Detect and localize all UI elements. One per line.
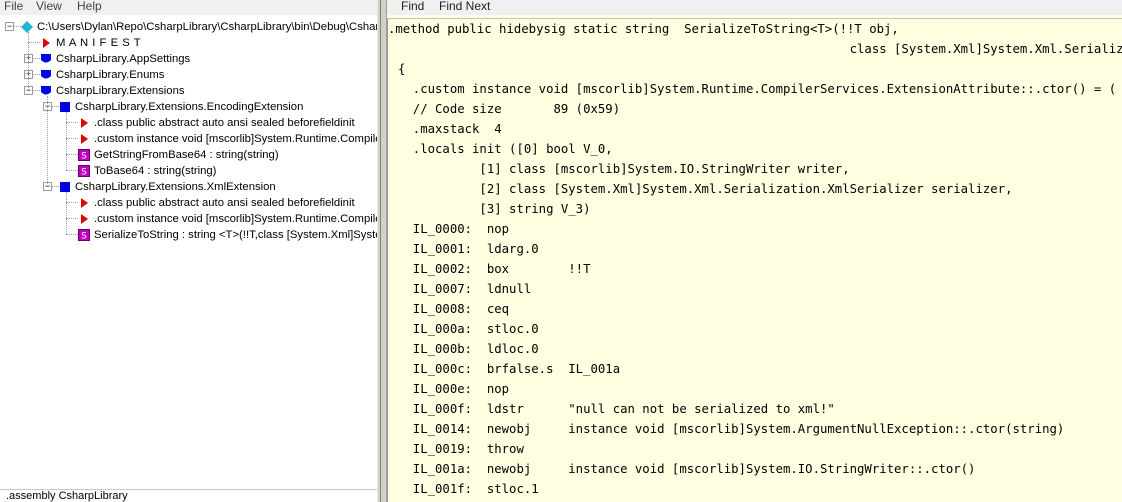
tree-node[interactable]: − C:\Users\Dylan\Repo\CsharpLibrary\Cshar… (0, 19, 377, 35)
tree-node-label: CsharpLibrary.Extensions.XmlExtension (75, 181, 276, 193)
il-code-line: IL_000e: nop (398, 382, 510, 396)
tree-node-label: GetStringFromBase64 : string(string) (94, 149, 279, 161)
namespace-shield-icon (40, 69, 52, 81)
tree-node[interactable]: − CsharpLibrary.Extensions.XmlExtension (0, 179, 377, 195)
tree-connector (66, 170, 78, 171)
namespace-shield-icon (40, 53, 52, 65)
menu-find-next[interactable]: Find Next (439, 0, 490, 13)
il-code-line: IL_0000: nop (398, 222, 510, 236)
red-triangle-icon (40, 37, 52, 49)
assembly-tree[interactable]: − C:\Users\Dylan\Repo\CsharpLibrary\Cshar… (0, 19, 377, 489)
tree-connector (28, 32, 29, 90)
il-code-line: IL_0014: newobj instance void [mscorlib]… (398, 422, 1065, 436)
tree-node[interactable]: − CsharpLibrary.Extensions (0, 83, 377, 99)
il-code-line: .method public hidebysig static string S… (388, 22, 899, 36)
tree-pane: File View Help − C:\Users\Dylan\Repo\Csha… (0, 0, 377, 502)
tree-connector (66, 202, 78, 203)
tree-node[interactable]: .custom instance void [mscorlib]System.R… (0, 131, 377, 147)
il-code-line: IL_0007: ldnull (398, 282, 532, 296)
il-code-line: IL_0002: box !!T (398, 262, 591, 276)
il-code-view[interactable]: .method public hidebysig static string S… (387, 18, 1122, 502)
il-code-line: [1] class [mscorlib]System.IO.StringWrit… (398, 162, 850, 176)
il-code-line: IL_001f: stloc.1 (398, 482, 539, 496)
tree-node-label: .custom instance void [mscorlib]System.R… (94, 213, 377, 225)
il-code-line: .locals init ([0] bool V_0, (398, 142, 613, 156)
assembly-diamond-icon (21, 21, 33, 33)
tree-node-label: .custom instance void [mscorlib]System.R… (94, 133, 377, 145)
tree-node-label: CsharpLibrary.Enums (56, 69, 165, 81)
il-code-line: IL_000a: stloc.0 (398, 322, 539, 336)
tree-node-label: CsharpLibrary.Extensions (56, 85, 185, 97)
il-code-line: // Code size 89 (0x59) (398, 102, 621, 116)
il-code-line: IL_000c: brfalse.s IL_001a (398, 362, 621, 376)
svg-text:S: S (81, 232, 87, 242)
collapse-toggle-icon[interactable]: − (5, 22, 14, 31)
il-code-line: IL_000f: ldstr "null can not be serializ… (398, 402, 835, 416)
menu-view[interactable]: View (36, 0, 62, 13)
tree-connector (66, 234, 78, 235)
tree-node-label: .class public abstract auto ansi sealed … (94, 197, 355, 209)
il-code-line: class [System.Xml]System.Xml.Serializati… (849, 42, 1122, 56)
tree-node[interactable]: M A N I F E S T (0, 35, 377, 51)
tree-connector (66, 122, 78, 123)
namespace-shield-icon (40, 85, 52, 97)
pane-splitter[interactable] (377, 0, 387, 502)
left-menubar: File View Help (0, 0, 377, 15)
menu-find[interactable]: Find (401, 0, 424, 13)
tree-node-label: .class public abstract auto ansi sealed … (94, 117, 355, 129)
svg-text:S: S (81, 152, 87, 162)
tree-node[interactable]: .class public abstract auto ansi sealed … (0, 115, 377, 131)
tree-node-label: C:\Users\Dylan\Repo\CsharpLibrary\Csharp… (37, 21, 377, 33)
tree-connector (28, 42, 40, 43)
red-triangle-icon (78, 133, 90, 145)
tree-node[interactable]: − CsharpLibrary.Extensions.EncodingExtens… (0, 99, 377, 115)
tree-node[interactable]: .custom instance void [mscorlib]System.R… (0, 211, 377, 227)
static-method-icon: S (78, 165, 90, 178)
il-code-line: .custom instance void [mscorlib]System.R… (412, 82, 1117, 96)
tree-connector (47, 96, 48, 186)
menu-file[interactable]: File (4, 0, 23, 13)
il-code-line: { (398, 62, 406, 76)
il-code-line: IL_0019: throw (398, 442, 524, 456)
tree-node-label: CsharpLibrary.AppSettings (56, 53, 191, 65)
tree-node[interactable]: S GetStringFromBase64 : string(string) (0, 147, 377, 163)
tree-node[interactable]: .class public abstract auto ansi sealed … (0, 195, 377, 211)
tree-node[interactable]: S ToBase64 : string(string) (0, 163, 377, 179)
svg-text:S: S (81, 168, 87, 178)
static-method-icon: S (78, 149, 90, 162)
menu-help[interactable]: Help (77, 0, 102, 13)
il-code-line: IL_0008: ceq (398, 302, 510, 316)
red-triangle-icon (78, 213, 90, 225)
tree-connector (66, 218, 78, 219)
right-menubar: Find Find Next (387, 0, 1122, 15)
il-code-line: [3] string V_3) (398, 202, 591, 216)
il-code-line: .maxstack 4 (398, 122, 502, 136)
il-code-line: [2] class [System.Xml]System.Xml.Seriali… (398, 182, 1013, 196)
tree-connector (66, 138, 78, 139)
class-box-icon (59, 101, 71, 113)
tree-node-label: CsharpLibrary.Extensions.EncodingExtensi… (75, 101, 304, 113)
splitter-edge (377, 0, 378, 502)
il-code-pane: Find Find Next .method public hidebysig … (387, 0, 1122, 502)
splitter-edge (380, 0, 381, 502)
il-code-line: IL_001a: newobj instance void [mscorlib]… (398, 462, 976, 476)
class-box-icon (59, 181, 71, 193)
red-triangle-icon (78, 197, 90, 209)
red-triangle-icon (78, 117, 90, 129)
tree-node-label: M A N I F E S T (56, 37, 142, 49)
tree-node-label: SerializeToString : string <T>(!!T,class… (94, 229, 377, 241)
tree-connector (66, 154, 78, 155)
left-status-bar: .assembly CsharpLibrary (0, 489, 377, 502)
tree-connector (66, 112, 67, 170)
static-method-icon: S (78, 229, 90, 242)
tree-node-label: ToBase64 : string(string) (94, 165, 217, 177)
tree-node[interactable]: + CsharpLibrary.Enums (0, 67, 377, 83)
il-code-line: IL_000b: ldloc.0 (398, 342, 539, 356)
tree-node[interactable]: + CsharpLibrary.AppSettings (0, 51, 377, 67)
tree-node[interactable]: S SerializeToString : string <T>(!!T,clas… (0, 227, 377, 243)
tree-connector (66, 192, 67, 234)
il-code-line: IL_0001: ldarg.0 (398, 242, 539, 256)
